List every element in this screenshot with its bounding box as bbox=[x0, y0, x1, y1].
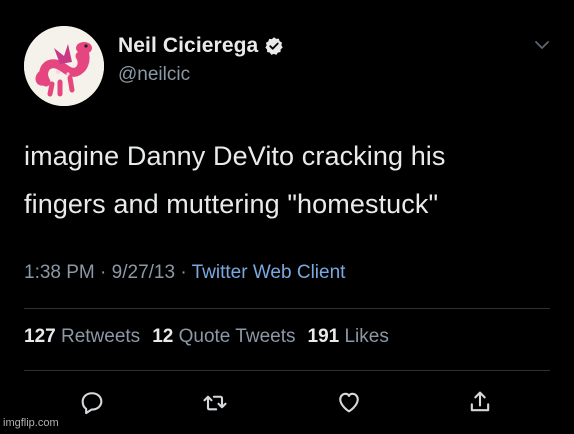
like-icon[interactable] bbox=[335, 388, 363, 416]
dragon-avatar-icon bbox=[24, 26, 104, 106]
retweets-stat[interactable]: 127 Retweets bbox=[24, 326, 140, 348]
tweet-meta: 1:38 PM · 9/27/13 · Twitter Web Client bbox=[24, 262, 345, 284]
tweet-time[interactable]: 1:38 PM bbox=[24, 262, 95, 283]
retweet-icon[interactable] bbox=[201, 388, 229, 416]
tweet-text: imagine Danny DeVito cracking his finger… bbox=[24, 132, 554, 228]
author-handle[interactable]: @neilcic bbox=[118, 64, 190, 86]
likes-stat[interactable]: 191 Likes bbox=[308, 326, 389, 348]
divider bbox=[24, 370, 550, 371]
tweet-text-line: fingers and muttering "homestuck" bbox=[24, 189, 439, 219]
tweet-actions bbox=[0, 388, 574, 416]
quote-tweets-count: 12 bbox=[152, 326, 174, 347]
retweets-count: 127 bbox=[24, 326, 56, 347]
tweet-stats: 127 Retweets 12 Quote Tweets 191 Likes bbox=[24, 326, 389, 348]
likes-count: 191 bbox=[307, 326, 340, 347]
meta-separator: · bbox=[100, 262, 107, 283]
watermark: imgflip.com bbox=[3, 417, 59, 429]
quote-tweets-stat[interactable]: 12 Quote Tweets bbox=[152, 326, 295, 348]
reply-icon[interactable] bbox=[78, 388, 106, 416]
share-icon[interactable] bbox=[466, 388, 494, 416]
chevron-down-icon[interactable] bbox=[531, 36, 553, 54]
author-name-row: Neil Cicierega bbox=[118, 34, 284, 58]
avatar[interactable] bbox=[24, 26, 104, 106]
tweet-client-link[interactable]: Twitter Web Client bbox=[192, 262, 346, 283]
verified-badge-icon bbox=[265, 37, 283, 55]
retweets-label: Retweets bbox=[60, 326, 141, 347]
tweet-date[interactable]: 9/27/13 bbox=[112, 262, 175, 283]
divider bbox=[24, 308, 550, 309]
meta-separator: · bbox=[180, 262, 187, 283]
likes-label: Likes bbox=[344, 326, 389, 347]
author-display-name[interactable]: Neil Cicierega bbox=[118, 34, 258, 58]
quote-tweets-label: Quote Tweets bbox=[178, 326, 296, 347]
tweet-text-line: imagine Danny DeVito cracking his bbox=[24, 141, 446, 171]
